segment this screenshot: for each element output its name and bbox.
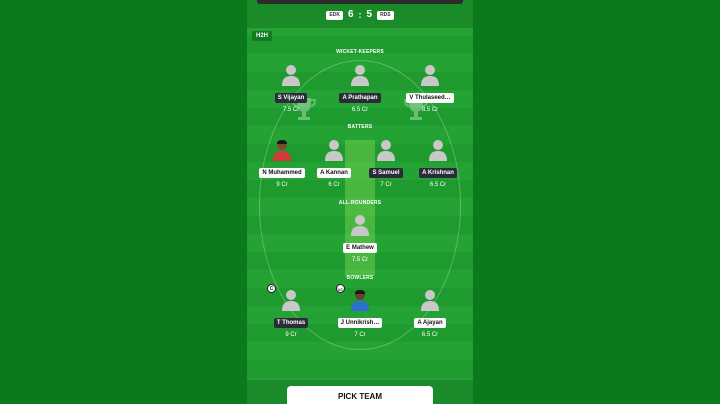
player-silhouette-icon [426,137,450,161]
player-credit: 7 Cr [380,182,392,188]
section-batters: BATTERS [347,124,373,130]
player-silhouette-icon [374,137,398,161]
player-silhouette-icon [418,287,442,311]
player-credit: 9 Cr [276,182,288,188]
player-card[interactable]: A Prathapan 6.5 Cr [332,62,388,113]
section-wicket-keepers: WICKET-KEEPERS [336,49,384,55]
h2h-label[interactable]: H2H [252,31,273,41]
player-credit: 7 Cr [354,332,366,338]
player-silhouette-icon [418,62,442,86]
pick-team-button[interactable]: PICK TEAM [287,386,433,404]
score-header: EDK 6 : 5 RDS [247,0,473,28]
player-silhouette-icon [322,137,346,161]
player-name: N Muhammed [259,168,305,178]
player-credit: 6.5 Cr [351,107,369,113]
player-credit: 8.5 Cr [421,107,439,113]
team2-badge: RDS [377,10,394,20]
score-separator: : [358,9,362,20]
player-silhouette-icon [348,62,372,86]
player-credit: 6 Cr [328,182,340,188]
player-credit: 9 Cr [285,332,297,338]
player-card[interactable]: A Ajayan 6.5 Cr [402,287,458,338]
player-name: S Samuel [369,168,403,178]
team1-score: 6 [347,9,354,20]
player-card[interactable]: J Unnikrish… 7 Cr [332,287,388,338]
player-photo [270,137,294,161]
player-card[interactable]: A Kannan 6 Cr [306,137,362,188]
player-name: T Thomas [273,318,309,328]
player-card[interactable]: T Thomas 9 Cr [263,287,319,338]
player-name: V Thulaseed… [406,93,454,103]
player-credit: 7.5 Cr [282,107,300,113]
player-card[interactable]: V Thulaseed… 8.5 Cr [402,62,458,113]
section-all-rounders: ALL-ROUNDERS [338,200,382,206]
player-name: J Unnikrish… [337,318,383,328]
player-card[interactable]: S Vijayan 7.5 Cr [263,62,319,113]
player-silhouette-icon [279,287,303,311]
team1-badge: EDK [326,10,343,20]
player-card[interactable]: N Muhammed 9 Cr [254,137,310,188]
top-strip [257,0,463,4]
player-name: A Kannan [317,168,351,178]
player-credit: 6.5 Cr [421,332,439,338]
player-photo [348,287,372,311]
player-credit: 6.5 Cr [429,182,447,188]
player-name: A Ajayan [414,318,446,328]
player-card[interactable]: E Mathew 7.5 Cr [332,212,388,263]
player-name: S Vijayan [274,93,308,103]
player-card[interactable]: A Krishnan 6.5 Cr [410,137,466,188]
match-score: EDK 6 : 5 RDS [247,9,473,21]
player-card[interactable]: S Samuel 7 Cr [358,137,414,188]
player-credit: 7.5 Cr [351,257,369,263]
player-name: E Mathew [343,243,377,253]
player-name: A Krishnan [419,168,457,178]
section-bowlers: BOWLERS [346,275,374,281]
team-preview-screen: EDK 6 : 5 RDS H2H WICKET-KEEPERS S Vijay… [247,0,473,404]
player-silhouette-icon [348,212,372,236]
team2-score: 5 [366,9,373,20]
player-silhouette-icon [279,62,303,86]
player-name: A Prathapan [339,93,381,103]
